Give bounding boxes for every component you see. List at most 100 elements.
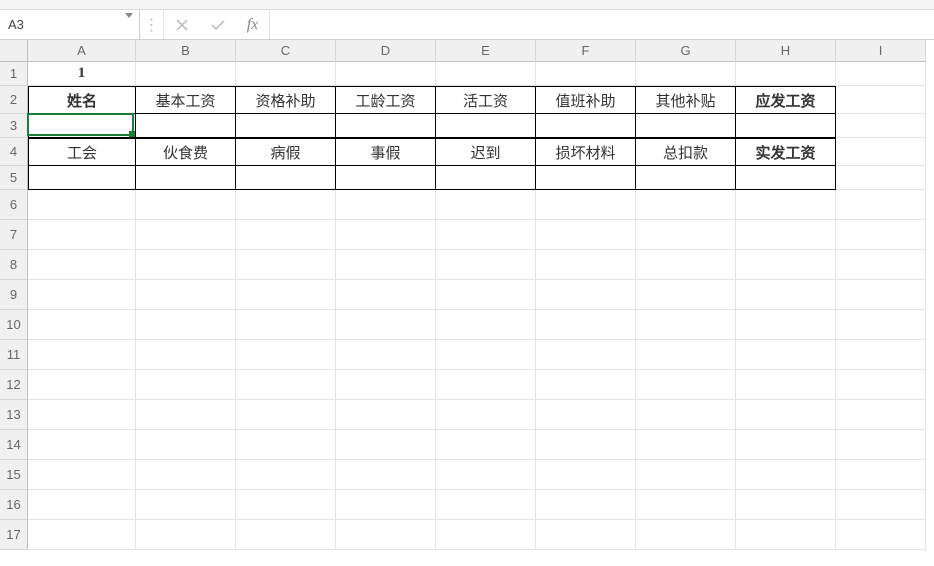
row-header-15[interactable]: 15 <box>0 460 28 490</box>
cell-D13[interactable] <box>336 400 436 430</box>
row-header-2[interactable]: 2 <box>0 86 28 114</box>
row-header-10[interactable]: 10 <box>0 310 28 340</box>
cell-I15[interactable] <box>836 460 926 490</box>
row-header-16[interactable]: 16 <box>0 490 28 520</box>
cell-H2[interactable]: 应发工资 <box>736 86 836 114</box>
cell-H16[interactable] <box>736 490 836 520</box>
cell-A13[interactable] <box>28 400 136 430</box>
cell-A15[interactable] <box>28 460 136 490</box>
row-header-12[interactable]: 12 <box>0 370 28 400</box>
cell-F14[interactable] <box>536 430 636 460</box>
name-box-wrap[interactable] <box>0 10 140 39</box>
row-header-11[interactable]: 11 <box>0 340 28 370</box>
row-header-9[interactable]: 9 <box>0 280 28 310</box>
cell-A16[interactable] <box>28 490 136 520</box>
cell-C6[interactable] <box>236 190 336 220</box>
cell-G10[interactable] <box>636 310 736 340</box>
cell-G3[interactable] <box>636 114 736 138</box>
cell-B13[interactable] <box>136 400 236 430</box>
col-header-B[interactable]: B <box>136 40 236 62</box>
cell-G2[interactable]: 其他补贴 <box>636 86 736 114</box>
cell-A9[interactable] <box>28 280 136 310</box>
cell-E13[interactable] <box>436 400 536 430</box>
cell-H12[interactable] <box>736 370 836 400</box>
cell-D17[interactable] <box>336 520 436 550</box>
cell-B17[interactable] <box>136 520 236 550</box>
cell-C9[interactable] <box>236 280 336 310</box>
cell-H8[interactable] <box>736 250 836 280</box>
cell-G8[interactable] <box>636 250 736 280</box>
cell-E9[interactable] <box>436 280 536 310</box>
cell-I3[interactable] <box>836 114 926 138</box>
fx-icon[interactable]: fx <box>236 10 270 39</box>
cell-E11[interactable] <box>436 340 536 370</box>
cell-A1[interactable]: 1 <box>28 62 136 86</box>
cell-H6[interactable] <box>736 190 836 220</box>
cell-I4[interactable] <box>836 138 926 166</box>
cell-D4[interactable]: 事假 <box>336 138 436 166</box>
cell-G16[interactable] <box>636 490 736 520</box>
cell-B10[interactable] <box>136 310 236 340</box>
cell-C5[interactable] <box>236 166 336 190</box>
cell-G6[interactable] <box>636 190 736 220</box>
cell-I14[interactable] <box>836 430 926 460</box>
cancel-button[interactable] <box>164 10 200 39</box>
cell-F2[interactable]: 值班补助 <box>536 86 636 114</box>
confirm-button[interactable] <box>200 10 236 39</box>
cell-H11[interactable] <box>736 340 836 370</box>
cell-I5[interactable] <box>836 166 926 190</box>
cell-D12[interactable] <box>336 370 436 400</box>
col-header-I[interactable]: I <box>836 40 926 62</box>
cell-G12[interactable] <box>636 370 736 400</box>
cell-C12[interactable] <box>236 370 336 400</box>
cell-E3[interactable] <box>436 114 536 138</box>
row-header-6[interactable]: 6 <box>0 190 28 220</box>
cell-I13[interactable] <box>836 400 926 430</box>
cell-F3[interactable] <box>536 114 636 138</box>
cell-B14[interactable] <box>136 430 236 460</box>
cell-F6[interactable] <box>536 190 636 220</box>
cell-A11[interactable] <box>28 340 136 370</box>
cell-I17[interactable] <box>836 520 926 550</box>
cell-B5[interactable] <box>136 166 236 190</box>
cell-G5[interactable] <box>636 166 736 190</box>
cell-E5[interactable] <box>436 166 536 190</box>
cell-D2[interactable]: 工龄工资 <box>336 86 436 114</box>
cell-G4[interactable]: 总扣款 <box>636 138 736 166</box>
cell-A6[interactable] <box>28 190 136 220</box>
cell-D14[interactable] <box>336 430 436 460</box>
cell-H4[interactable]: 实发工资 <box>736 138 836 166</box>
col-header-G[interactable]: G <box>636 40 736 62</box>
cell-F7[interactable] <box>536 220 636 250</box>
cell-B8[interactable] <box>136 250 236 280</box>
cell-C10[interactable] <box>236 310 336 340</box>
cell-I8[interactable] <box>836 250 926 280</box>
cell-F11[interactable] <box>536 340 636 370</box>
cell-G15[interactable] <box>636 460 736 490</box>
cell-I10[interactable] <box>836 310 926 340</box>
cell-C1[interactable] <box>236 62 336 86</box>
cell-F16[interactable] <box>536 490 636 520</box>
cell-C3[interactable] <box>236 114 336 138</box>
cell-B4[interactable]: 伙食费 <box>136 138 236 166</box>
cell-C14[interactable] <box>236 430 336 460</box>
formula-input[interactable] <box>270 10 934 39</box>
row-header-4[interactable]: 4 <box>0 138 28 166</box>
cell-G7[interactable] <box>636 220 736 250</box>
cell-C15[interactable] <box>236 460 336 490</box>
row-header-17[interactable]: 17 <box>0 520 28 550</box>
cell-E6[interactable] <box>436 190 536 220</box>
cell-A7[interactable] <box>28 220 136 250</box>
name-box[interactable] <box>0 10 139 39</box>
cell-C11[interactable] <box>236 340 336 370</box>
cell-G17[interactable] <box>636 520 736 550</box>
cell-I1[interactable] <box>836 62 926 86</box>
cell-D16[interactable] <box>336 490 436 520</box>
cell-D6[interactable] <box>336 190 436 220</box>
cell-A12[interactable] <box>28 370 136 400</box>
cell-I7[interactable] <box>836 220 926 250</box>
cell-F1[interactable] <box>536 62 636 86</box>
cell-G9[interactable] <box>636 280 736 310</box>
cell-B12[interactable] <box>136 370 236 400</box>
cell-B15[interactable] <box>136 460 236 490</box>
